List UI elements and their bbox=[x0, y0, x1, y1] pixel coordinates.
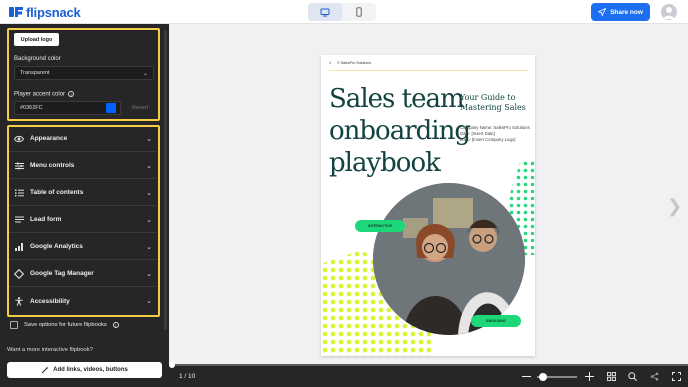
chevron-down-icon: ⌄ bbox=[146, 189, 152, 197]
company-credit: © SalesPro Solutions bbox=[337, 61, 372, 65]
desktop-view-button[interactable] bbox=[308, 3, 342, 21]
zoom-out-icon[interactable] bbox=[521, 371, 532, 382]
send-icon bbox=[598, 8, 607, 16]
save-options-checkbox[interactable] bbox=[10, 321, 18, 329]
flipsnack-logo[interactable]: flipsnack bbox=[9, 4, 81, 20]
accent-color-input[interactable]: #0362FC bbox=[14, 101, 121, 115]
page-title: Sales team onboarding playbook bbox=[329, 83, 471, 179]
add-links-label: Add links, videos, buttons bbox=[53, 367, 128, 373]
search-icon[interactable] bbox=[627, 371, 638, 382]
sliders-icon bbox=[14, 161, 24, 171]
flipsnack-logo-icon bbox=[9, 7, 23, 17]
interactive-prompt: Want a more interactive flipbook? bbox=[7, 347, 93, 353]
list-icon bbox=[14, 188, 24, 198]
form-lines-icon bbox=[14, 215, 24, 225]
grid-view-icon[interactable] bbox=[606, 371, 617, 382]
section-appearance[interactable]: Appearance ⌄ bbox=[9, 126, 157, 152]
accent-color-label: Player accent color bbox=[14, 91, 66, 98]
zoom-slider-knob[interactable] bbox=[539, 373, 547, 381]
section-table-of-contents[interactable]: Table of contents ⌄ bbox=[9, 180, 157, 206]
page-meta: Company Name: SalesPro Solutions Date: [… bbox=[460, 125, 530, 143]
top-bar: flipsnack Share now bbox=[0, 0, 688, 24]
phone-icon bbox=[356, 7, 362, 17]
accent-color-value: #0362FC bbox=[20, 105, 43, 111]
user-icon bbox=[663, 7, 675, 19]
section-menu-controls[interactable]: Menu controls ⌄ bbox=[9, 153, 157, 179]
revert-button[interactable]: Revert bbox=[132, 105, 148, 111]
team-photo bbox=[373, 183, 525, 335]
bar-chart-icon bbox=[14, 242, 24, 252]
user-avatar[interactable] bbox=[661, 4, 677, 20]
section-label: Menu controls bbox=[30, 162, 75, 169]
chevron-down-icon: ⌄ bbox=[146, 135, 152, 143]
info-icon[interactable]: i bbox=[112, 322, 119, 328]
person-icon bbox=[14, 296, 24, 306]
mobile-view-button[interactable] bbox=[342, 3, 376, 21]
title-line: onboarding bbox=[329, 116, 471, 146]
background-color-select[interactable]: Transparent ⌄ bbox=[14, 66, 154, 80]
section-lead-form[interactable]: Lead form ⌄ bbox=[9, 207, 157, 233]
share-button-label: Share now bbox=[610, 8, 643, 16]
device-toggle bbox=[308, 3, 376, 21]
engaging-badge: ENGAGING bbox=[471, 315, 521, 327]
page-indicator: 1 / 10 bbox=[179, 373, 196, 380]
section-accessibility[interactable]: Accessibility ⌄ bbox=[9, 288, 157, 314]
upload-logo-button[interactable]: Upload logo bbox=[14, 33, 59, 46]
share-button[interactable]: Share now bbox=[591, 3, 650, 21]
title-line: Sales team bbox=[329, 84, 465, 114]
next-page-arrow[interactable]: ❯ bbox=[667, 196, 682, 217]
section-google-tag-manager[interactable]: Google Tag Manager ⌄ bbox=[9, 261, 157, 287]
header-divider bbox=[329, 70, 528, 71]
page-marker: 1 bbox=[329, 61, 331, 65]
section-google-analytics[interactable]: Google Analytics ⌄ bbox=[9, 234, 157, 260]
chevron-down-icon: ⌄ bbox=[146, 216, 152, 224]
page-header: 1 © SalesPro Solutions bbox=[329, 61, 371, 65]
monitor-icon bbox=[320, 8, 330, 16]
background-color-label: Background color bbox=[14, 56, 61, 62]
page-progress-track[interactable] bbox=[169, 364, 688, 366]
section-label: Google Analytics bbox=[30, 243, 83, 250]
background-color-value: Transparent bbox=[20, 70, 50, 76]
magic-wand-icon bbox=[41, 366, 49, 374]
chevron-down-icon: ⌄ bbox=[142, 71, 148, 77]
chevron-down-icon: ⌄ bbox=[146, 298, 152, 305]
save-options-row[interactable]: Save options for future flipbooks i bbox=[10, 321, 119, 329]
fullscreen-icon[interactable] bbox=[671, 371, 682, 382]
title-line: playbook bbox=[329, 148, 441, 178]
interactive-badge: INTERACTIVE bbox=[355, 220, 405, 232]
section-label: Accessibility bbox=[30, 297, 70, 305]
brand-name: flipsnack bbox=[26, 4, 81, 20]
page-progress-knob[interactable] bbox=[169, 362, 175, 368]
section-label: Appearance bbox=[30, 135, 68, 142]
accent-color-label-row: Player accent color i bbox=[14, 91, 75, 98]
add-links-button[interactable]: Add links, videos, buttons bbox=[7, 362, 162, 378]
chevron-down-icon: ⌄ bbox=[146, 243, 152, 251]
section-label: Lead form bbox=[30, 216, 62, 223]
accent-color-swatch[interactable] bbox=[106, 103, 116, 113]
guide-line: Mastering Sales bbox=[460, 103, 526, 112]
info-icon[interactable]: i bbox=[68, 91, 75, 97]
eye-icon bbox=[14, 134, 24, 144]
panel-scrollbar[interactable] bbox=[164, 30, 167, 330]
section-label: Table of contents bbox=[30, 189, 84, 196]
zoom-in-icon[interactable] bbox=[584, 371, 595, 382]
page-subtitle: Your Guide to Mastering Sales bbox=[460, 93, 526, 113]
diamond-icon bbox=[14, 268, 24, 279]
chevron-down-icon: ⌄ bbox=[146, 162, 152, 170]
guide-line: Your Guide to bbox=[460, 93, 516, 102]
section-label: Google Tag Manager bbox=[30, 270, 94, 277]
share-icon[interactable] bbox=[649, 371, 660, 382]
save-options-label: Save options for future flipbooks bbox=[24, 322, 107, 328]
flipbook-page[interactable]: 1 © SalesPro Solutions Sales team onboar… bbox=[321, 55, 535, 356]
people-illustration bbox=[373, 183, 525, 335]
meta-line: Logo: [Insert Company Logo] bbox=[460, 137, 516, 142]
chevron-down-icon: ⌄ bbox=[146, 270, 152, 278]
